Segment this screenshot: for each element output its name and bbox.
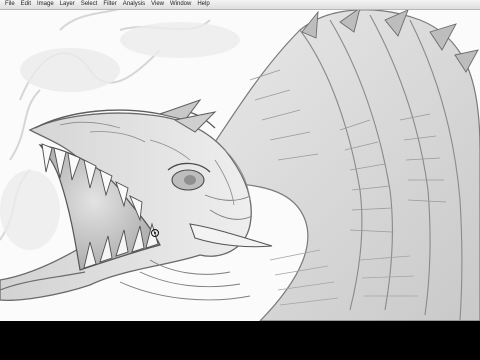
dragon-sketch-artwork [0, 10, 480, 321]
menu-window[interactable]: Window [167, 0, 194, 9]
menu-help[interactable]: Help [194, 0, 212, 9]
menu-edit[interactable]: Edit [18, 0, 34, 9]
menu-select[interactable]: Select [78, 0, 101, 9]
letterbox-bar [0, 321, 480, 360]
menu-layer[interactable]: Layer [57, 0, 78, 9]
brush-cursor-icon [151, 229, 159, 237]
menu-file[interactable]: File [2, 0, 18, 9]
menu-view[interactable]: View [148, 0, 167, 9]
app-window: File Edit Image Layer Select Filter Anal… [0, 0, 480, 360]
document-canvas[interactable] [0, 10, 480, 321]
menu-analysis[interactable]: Analysis [120, 0, 148, 9]
menu-image[interactable]: Image [34, 0, 57, 9]
menu-bar: File Edit Image Layer Select Filter Anal… [0, 0, 480, 10]
menu-filter[interactable]: Filter [100, 0, 119, 9]
